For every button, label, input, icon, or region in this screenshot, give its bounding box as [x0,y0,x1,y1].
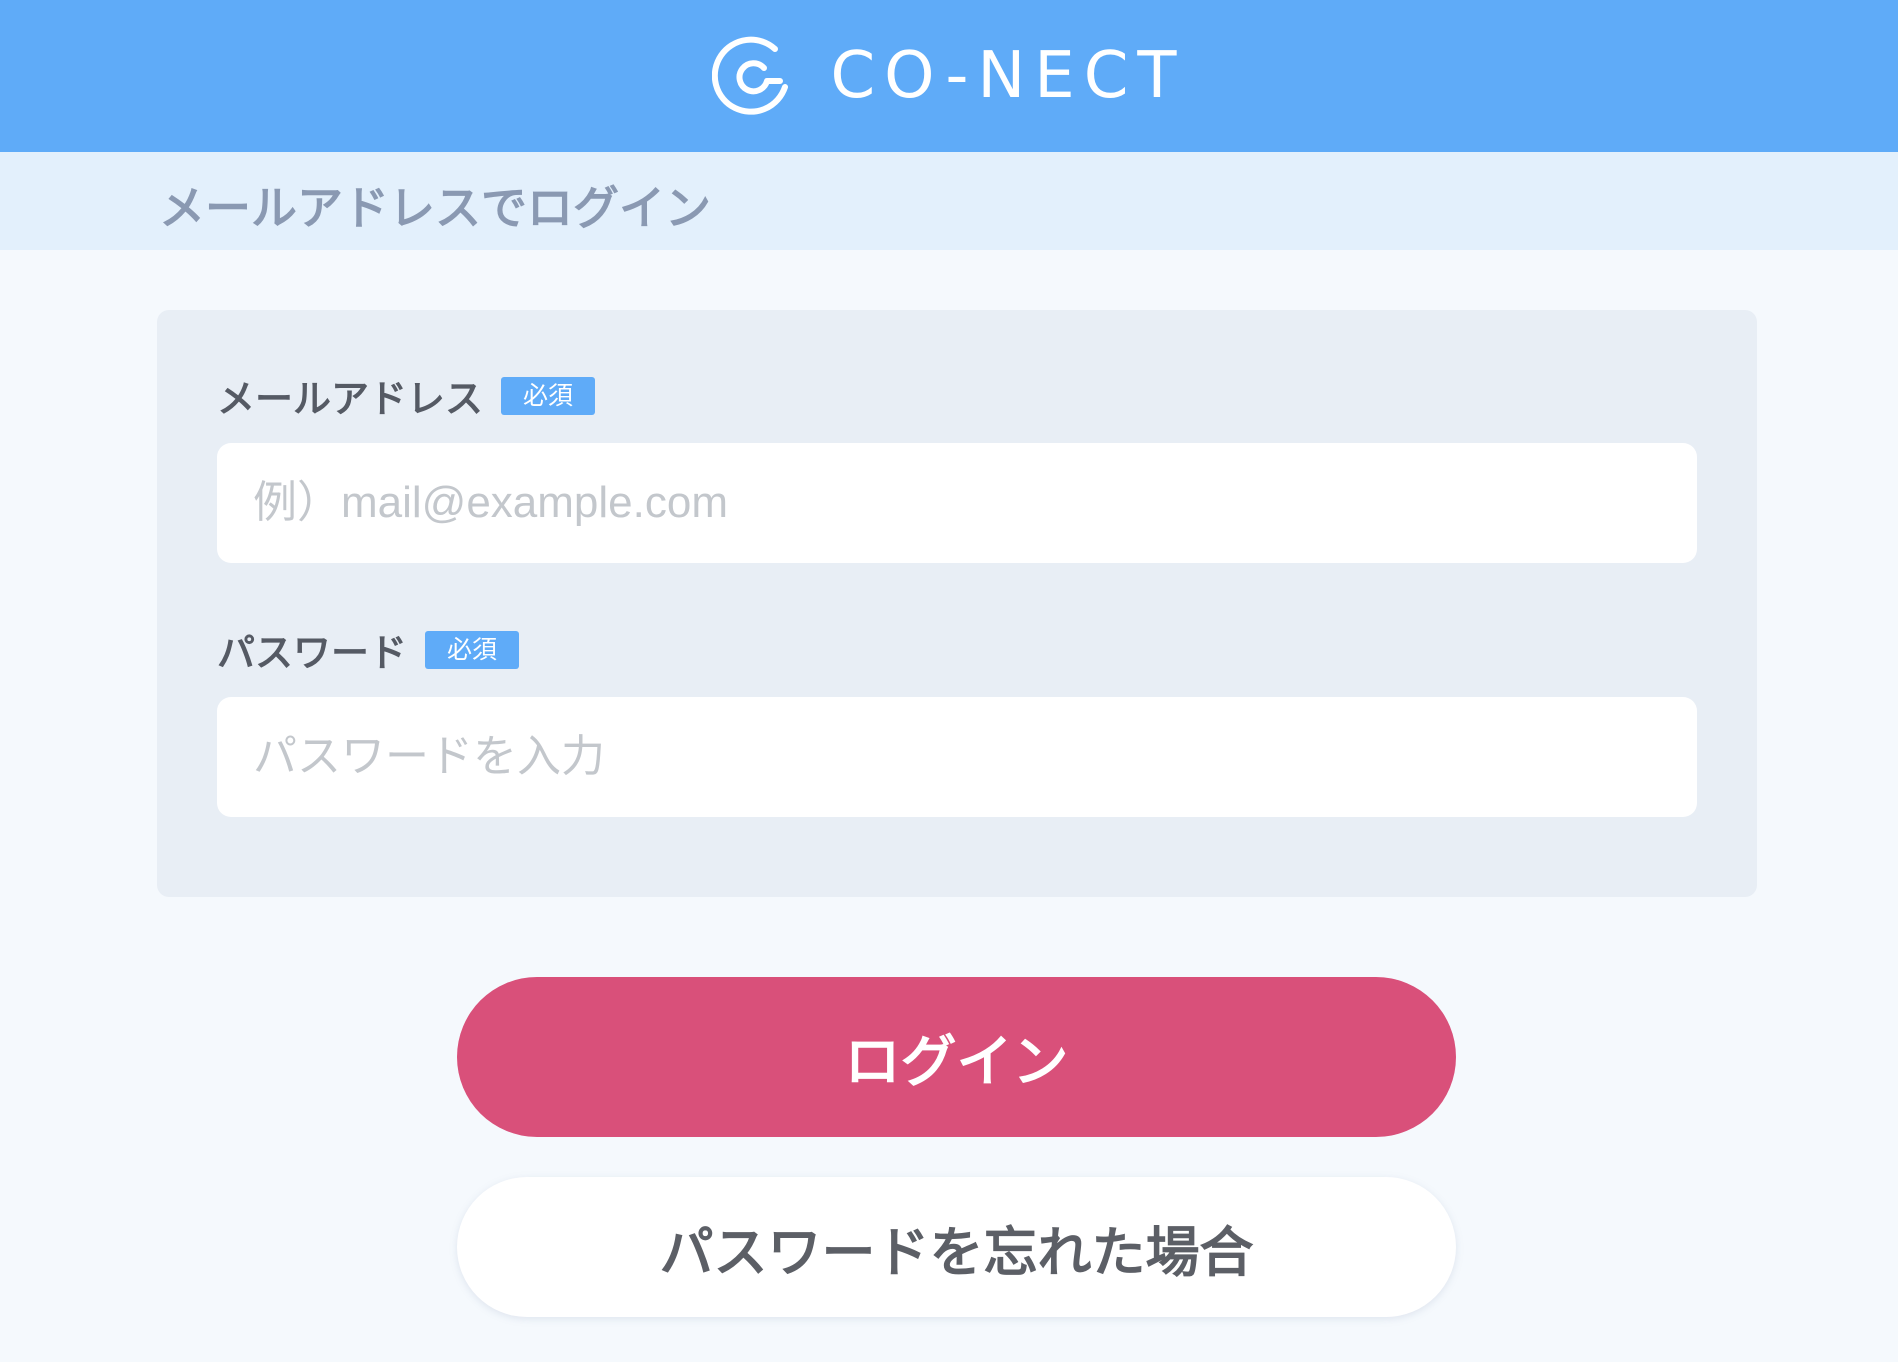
brand-logo[interactable]: CO-NECT [712,35,1185,117]
password-field-label: パスワード 必須 [217,622,520,677]
email-field-label: メールアドレス 必須 [217,368,596,423]
page-title: メールアドレスでログイン [159,181,711,235]
login-button[interactable]: ログイン [457,977,1456,1137]
page-title-bar: メールアドレスでログイン [0,152,1898,250]
forgot-password-button[interactable]: パスワードを忘れた場合 [457,1177,1456,1317]
password-input[interactable] [217,697,1697,817]
email-input[interactable] [217,443,1697,563]
app-header: CO-NECT [0,0,1898,152]
required-badge: 必須 [425,630,520,669]
required-badge: 必須 [501,376,596,415]
brand-name: CO-NECT [830,39,1186,113]
conect-logo-icon [712,36,789,115]
password-label-text: パスワード [217,631,408,675]
email-label-text: メールアドレス [217,377,484,421]
login-form: メールアドレス 必須 パスワード 必須 [157,310,1757,897]
